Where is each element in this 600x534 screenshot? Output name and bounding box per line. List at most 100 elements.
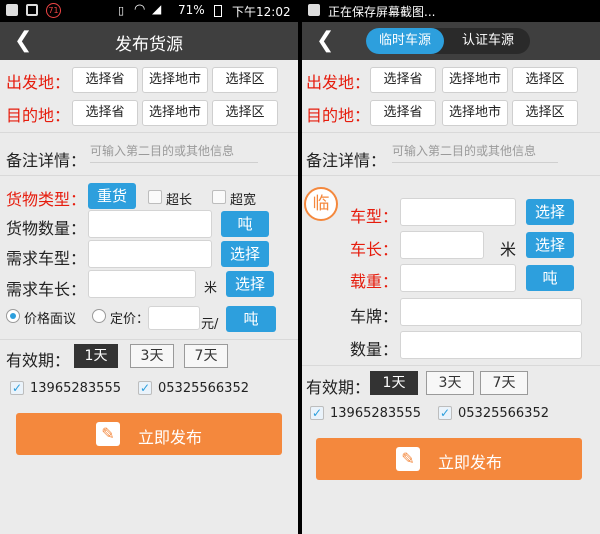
edit-icon: ✎ (396, 447, 420, 471)
dest-city-select[interactable]: 选择地市 (142, 100, 208, 126)
destination-label: 目的地： (6, 106, 71, 125)
origin-label: 出发地： (6, 73, 71, 92)
wifi-icon: ◠ (134, 2, 146, 17)
validity-1day-button[interactable]: 1天 (74, 344, 118, 368)
vehicle-length-input[interactable] (88, 270, 196, 298)
quantity-label: 数量： (350, 340, 399, 359)
origin-province-select[interactable]: 选择省 (72, 67, 138, 93)
yuan-per-label: 元/ (201, 317, 219, 332)
publish-vehicle-screen: 正在保存屏幕截图... ❮ 临时车源 认证车源 出发地： 选择省 选择地市 选择… (302, 0, 600, 534)
remarks-input[interactable]: 可输入第二目的或其他信息 (392, 142, 558, 163)
negotiable-price-radio[interactable] (6, 309, 20, 323)
phone1-number: 13965283555 (30, 381, 121, 396)
phone2-checkbox[interactable]: ✓ (138, 381, 152, 395)
validity-7day-button[interactable]: 7天 (480, 371, 528, 395)
divider (302, 175, 600, 176)
meter-unit: 米 (500, 240, 517, 259)
heavy-cargo-button[interactable]: 重货 (88, 183, 136, 209)
load-capacity-input[interactable] (400, 264, 516, 292)
remarks-label: 备注详情： (306, 151, 387, 170)
origin-province-select[interactable]: 选择省 (370, 67, 436, 93)
overlong-label: 超长 (166, 193, 193, 208)
remarks-input[interactable]: 可输入第二目的或其他信息 (90, 142, 258, 163)
publish-now-label: 立即发布 (138, 428, 203, 447)
dest-province-select[interactable]: 选择省 (370, 100, 436, 126)
tab-temporary-vehicles[interactable]: 临时车源 (366, 28, 444, 54)
vehicle-length-select-button[interactable]: 选择 (226, 271, 274, 297)
phone1-number: 13965283555 (330, 406, 421, 421)
phone2-checkbox[interactable]: ✓ (438, 406, 452, 420)
price-input[interactable] (148, 306, 200, 330)
quantity-input[interactable] (400, 331, 582, 359)
validity-7day-button[interactable]: 7天 (184, 344, 228, 368)
clock: 下午12:02 (232, 5, 291, 19)
saving-screenshot-text: 正在保存屏幕截图... (328, 5, 436, 19)
publish-now-button[interactable]: ✎ 立即发布 (316, 438, 582, 480)
plate-label: 车牌： (350, 307, 399, 326)
back-arrow-icon[interactable]: ❮ (316, 28, 334, 53)
overlong-checkbox[interactable] (148, 190, 162, 204)
validity-3day-button[interactable]: 3天 (426, 371, 474, 395)
cargo-quantity-input[interactable] (88, 210, 212, 238)
phone2-number: 05325566352 (458, 406, 549, 421)
phone2-number: 05325566352 (158, 381, 249, 396)
phone1-checkbox[interactable]: ✓ (310, 406, 324, 420)
dest-district-select[interactable]: 选择区 (512, 100, 578, 126)
dest-province-select[interactable]: 选择省 (72, 100, 138, 126)
plate-input[interactable] (400, 298, 582, 326)
vehicle-type-input[interactable] (400, 198, 516, 226)
ton-unit-button[interactable]: 吨 (526, 265, 574, 291)
overwide-label: 超宽 (230, 193, 257, 208)
vehicle-type-select-button[interactable]: 选择 (221, 241, 269, 267)
origin-label: 出发地： (306, 73, 371, 92)
origin-district-select[interactable]: 选择区 (212, 67, 278, 93)
status-bar: 71 ▯ ◠ ◢ 71% 下午12:02 (0, 0, 298, 22)
title-bar: ❮ 发布货源 (0, 22, 298, 60)
overwide-checkbox[interactable] (212, 190, 226, 204)
price-unit-button[interactable]: 吨 (226, 306, 276, 332)
validity-1day-button[interactable]: 1天 (370, 371, 418, 395)
ton-unit-button[interactable]: 吨 (221, 211, 269, 237)
dest-district-select[interactable]: 选择区 (212, 100, 278, 126)
vehicle-length-select-button[interactable]: 选择 (526, 232, 574, 258)
meter-unit: 米 (204, 281, 218, 296)
phone1-checkbox[interactable]: ✓ (10, 381, 24, 395)
publish-now-button[interactable]: ✎ 立即发布 (16, 413, 282, 455)
vehicle-length-input[interactable] (400, 231, 484, 259)
divider (0, 339, 298, 340)
page-title: 发布货源 (115, 35, 183, 55)
vehicle-type-label: 车型： (350, 207, 399, 226)
origin-city-select[interactable]: 选择地市 (442, 67, 508, 93)
origin-district-select[interactable]: 选择区 (512, 67, 578, 93)
divider (0, 132, 298, 133)
vehicle-type-label: 需求车型： (6, 249, 87, 268)
battery-level: 71% (178, 3, 205, 17)
load-capacity-label: 载重： (350, 272, 399, 291)
origin-city-select[interactable]: 选择地市 (142, 67, 208, 93)
vehicle-length-label: 车长： (350, 240, 399, 259)
validity-label: 有效期： (6, 351, 71, 370)
image-notification-icon (6, 4, 18, 16)
vehicle-type-select-button[interactable]: 选择 (526, 199, 574, 225)
remarks-label: 备注详情： (6, 151, 87, 170)
fixed-price-radio[interactable] (92, 309, 106, 323)
divider (302, 365, 600, 366)
app-notification-icon (26, 4, 38, 16)
validity-label: 有效期： (306, 378, 371, 397)
fixed-price-label: 定价： (110, 312, 150, 327)
battery-icon (214, 5, 222, 17)
cargo-type-label: 货物类型： (6, 190, 87, 209)
image-notification-icon (308, 4, 320, 16)
publish-cargo-screen: 71 ▯ ◠ ◢ 71% 下午12:02 ❮ 发布货源 出发地： 选择省 选择地… (0, 0, 298, 534)
validity-3day-button[interactable]: 3天 (130, 344, 174, 368)
vehicle-length-label: 需求车长： (6, 280, 87, 299)
divider (302, 132, 600, 133)
destination-label: 目的地： (306, 106, 371, 125)
tab-certified-vehicles[interactable]: 认证车源 (446, 28, 530, 54)
dest-city-select[interactable]: 选择地市 (442, 100, 508, 126)
cargo-quantity-label: 货物数量： (6, 219, 87, 238)
signal-icon: ◢ (152, 2, 162, 16)
temporary-badge-icon: 临 (304, 187, 338, 221)
publish-now-label: 立即发布 (438, 453, 503, 472)
vehicle-type-input[interactable] (88, 240, 212, 268)
